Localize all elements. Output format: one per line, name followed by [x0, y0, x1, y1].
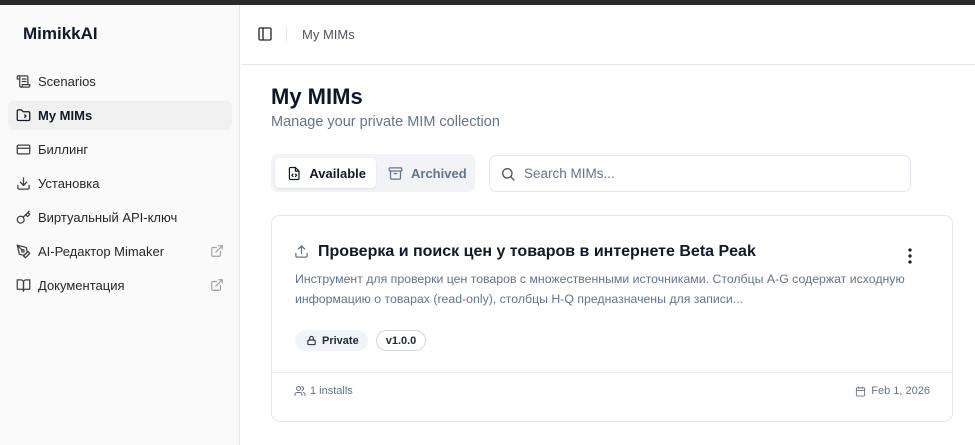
archive-icon — [388, 166, 403, 180]
sidebar-item-label: Документация — [38, 278, 125, 293]
sidebar-item-label: My MIMs — [38, 108, 93, 123]
lock-icon — [307, 335, 316, 346]
mim-card[interactable]: Проверка и поиск цен у товаров в интерне… — [271, 215, 953, 422]
page-title: My MIMs — [271, 84, 363, 109]
sidebar-item-label: AI-Редактор Mimaker — [38, 244, 165, 259]
folder-code-icon — [15, 108, 31, 124]
breadcrumb: My MIMs — [302, 27, 355, 42]
visibility-label: Private — [322, 334, 359, 347]
sidebar-item-ai-editor[interactable]: AI-Редактор Mimaker — [8, 237, 232, 266]
external-link-icon — [210, 278, 224, 292]
page-subtitle: Manage your private MIM collection — [271, 114, 500, 130]
sidebar-toggle-icon[interactable] — [257, 26, 274, 43]
card-date: Feb 1, 2026 — [855, 385, 930, 397]
card-badges: Private v1.0.0 — [295, 330, 427, 351]
calendar-icon — [856, 385, 866, 397]
header-divider — [286, 26, 287, 43]
upload-icon — [294, 244, 310, 260]
sidebar: MimikkAI Scenarios My MIMs Биллинг Устан… — [0, 5, 240, 445]
credit-card-icon — [15, 142, 31, 158]
users-icon — [294, 386, 306, 396]
version-badge: v1.0.0 — [375, 330, 427, 351]
tab-available[interactable]: Available — [275, 158, 376, 188]
date-label: Feb 1, 2026 — [871, 385, 930, 397]
pen-tool-icon — [15, 244, 31, 260]
sidebar-item-label: Биллинг — [38, 142, 89, 157]
sidebar-item-docs[interactable]: Документация — [8, 271, 232, 300]
sidebar-item-billing[interactable]: Биллинг — [8, 135, 232, 164]
sidebar-item-install[interactable]: Установка — [8, 169, 232, 198]
more-vertical-icon[interactable] — [902, 247, 918, 265]
book-open-icon — [15, 278, 31, 294]
sidebar-item-scenarios[interactable]: Scenarios — [8, 67, 232, 96]
sidebar-item-label: Установка — [38, 176, 100, 191]
tab-archived[interactable]: Archived — [376, 158, 477, 188]
sidebar-item-api-key[interactable]: Виртуальный API-ключ — [8, 203, 232, 232]
download-icon — [15, 176, 31, 192]
search-box — [489, 155, 911, 192]
sidebar-item-my-mims[interactable]: My MIMs — [8, 101, 232, 130]
external-link-icon — [210, 244, 224, 258]
key-icon — [15, 210, 31, 226]
tab-label: Archived — [411, 165, 467, 181]
installs-count: 1 installs — [294, 385, 353, 397]
tab-label: Available — [309, 165, 366, 181]
card-description: Инструмент для проверки цен товаров с мн… — [295, 272, 905, 306]
brand-logo[interactable]: MimikkAI — [23, 24, 98, 44]
search-input[interactable] — [524, 166, 894, 181]
card-title[interactable]: Проверка и поиск цен у товаров в интерне… — [318, 243, 756, 261]
top-header: My MIMs — [241, 5, 975, 65]
tab-list: Available Archived — [271, 154, 475, 192]
scroll-icon — [15, 74, 31, 90]
installs-label: 1 installs — [310, 385, 353, 397]
file-icon — [288, 166, 300, 180]
search-icon — [502, 167, 515, 181]
sidebar-nav: Scenarios My MIMs Биллинг Установка Вирт… — [8, 67, 232, 305]
card-divider — [272, 372, 952, 373]
sidebar-item-label: Scenarios — [38, 74, 96, 89]
visibility-badge: Private — [295, 330, 368, 351]
sidebar-item-label: Виртуальный API-ключ — [38, 210, 178, 225]
